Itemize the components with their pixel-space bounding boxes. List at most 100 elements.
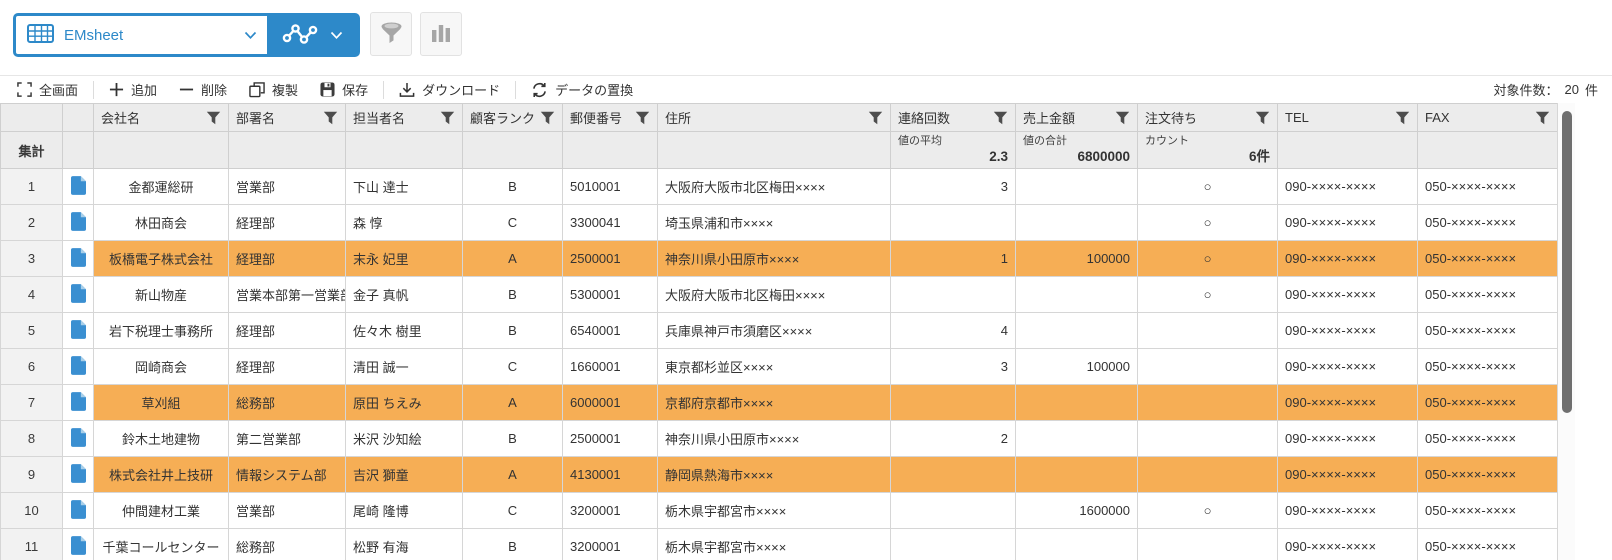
cell-contacts[interactable]: 3 bbox=[891, 169, 1016, 205]
cell-dept[interactable]: 第二営業部 bbox=[229, 421, 346, 457]
cell-contacts[interactable] bbox=[891, 493, 1016, 529]
filter-icon[interactable] bbox=[323, 111, 338, 125]
row-number[interactable]: 3 bbox=[1, 241, 63, 277]
cell-company[interactable]: 千葉コールセンター bbox=[94, 529, 229, 560]
cell-sales[interactable] bbox=[1016, 277, 1138, 313]
cell-tel[interactable]: 090-××××-×××× bbox=[1278, 493, 1418, 529]
column-header-person[interactable]: 担当者名 bbox=[346, 104, 463, 132]
cell-pending[interactable] bbox=[1138, 313, 1278, 349]
add-button[interactable]: 追加 bbox=[98, 80, 168, 99]
cell-zip[interactable]: 5300001 bbox=[563, 277, 658, 313]
cell-address[interactable]: 埼玉県浦和市×××× bbox=[658, 205, 891, 241]
cell-contacts[interactable] bbox=[891, 529, 1016, 560]
cell-address[interactable]: 栃木県宇都宮市×××× bbox=[658, 529, 891, 560]
filter-icon[interactable] bbox=[440, 111, 455, 125]
cell-zip[interactable]: 3200001 bbox=[563, 529, 658, 560]
record-cell[interactable] bbox=[63, 241, 94, 277]
cell-dept[interactable]: 総務部 bbox=[229, 529, 346, 560]
cell-address[interactable]: 栃木県宇都宮市×××× bbox=[658, 493, 891, 529]
cell-tel[interactable]: 090-××××-×××× bbox=[1278, 529, 1418, 560]
cell-rank[interactable]: B bbox=[463, 421, 563, 457]
cell-person[interactable]: 米沢 沙知絵 bbox=[346, 421, 463, 457]
cell-pending[interactable] bbox=[1138, 349, 1278, 385]
document-icon[interactable] bbox=[71, 507, 86, 522]
column-header-fax[interactable]: FAX bbox=[1418, 104, 1558, 132]
cell-company[interactable]: 仲間建材工業 bbox=[94, 493, 229, 529]
record-cell[interactable] bbox=[63, 457, 94, 493]
cell-rank[interactable]: B bbox=[463, 313, 563, 349]
cell-zip[interactable]: 5010001 bbox=[563, 169, 658, 205]
cell-zip[interactable]: 2500001 bbox=[563, 421, 658, 457]
filter-icon[interactable] bbox=[1535, 111, 1550, 125]
cell-zip[interactable]: 6000001 bbox=[563, 385, 658, 421]
cell-address[interactable]: 神奈川県小田原市×××× bbox=[658, 421, 891, 457]
cell-tel[interactable]: 090-××××-×××× bbox=[1278, 313, 1418, 349]
cell-zip[interactable]: 2500001 bbox=[563, 241, 658, 277]
document-icon[interactable] bbox=[71, 435, 86, 450]
cell-dept[interactable]: 経理部 bbox=[229, 205, 346, 241]
cell-company[interactable]: 鈴木土地建物 bbox=[94, 421, 229, 457]
cell-pending[interactable]: ○ bbox=[1138, 493, 1278, 529]
cell-fax[interactable]: 050-××××-×××× bbox=[1418, 277, 1558, 313]
column-header-tel[interactable]: TEL bbox=[1278, 104, 1418, 132]
record-cell[interactable] bbox=[63, 421, 94, 457]
document-icon[interactable] bbox=[71, 219, 86, 234]
view-mode-toggle[interactable] bbox=[267, 16, 357, 54]
row-number[interactable]: 9 bbox=[1, 457, 63, 493]
cell-dept[interactable]: 営業本部第一営業部 bbox=[229, 277, 346, 313]
filter-icon[interactable] bbox=[206, 111, 221, 125]
document-icon[interactable] bbox=[71, 399, 86, 414]
cell-fax[interactable]: 050-××××-×××× bbox=[1418, 385, 1558, 421]
cell-pending[interactable] bbox=[1138, 457, 1278, 493]
cell-person[interactable]: 尾崎 隆博 bbox=[346, 493, 463, 529]
cell-rank[interactable]: C bbox=[463, 205, 563, 241]
record-cell[interactable] bbox=[63, 313, 94, 349]
filter-icon[interactable] bbox=[993, 111, 1008, 125]
cell-sales[interactable] bbox=[1016, 385, 1138, 421]
cell-rank[interactable]: A bbox=[463, 241, 563, 277]
document-icon[interactable] bbox=[71, 183, 86, 198]
cell-zip[interactable]: 3200001 bbox=[563, 493, 658, 529]
cell-fax[interactable]: 050-××××-×××× bbox=[1418, 493, 1558, 529]
cell-sales[interactable]: 100000 bbox=[1016, 241, 1138, 277]
document-icon[interactable] bbox=[71, 363, 86, 378]
cell-dept[interactable]: 経理部 bbox=[229, 241, 346, 277]
cell-person[interactable]: 原田 ちえみ bbox=[346, 385, 463, 421]
cell-rank[interactable]: C bbox=[463, 349, 563, 385]
cell-address[interactable]: 東京都杉並区×××× bbox=[658, 349, 891, 385]
cell-fax[interactable]: 050-××××-×××× bbox=[1418, 421, 1558, 457]
cell-tel[interactable]: 090-××××-×××× bbox=[1278, 457, 1418, 493]
cell-contacts[interactable]: 1 bbox=[891, 241, 1016, 277]
row-number[interactable]: 2 bbox=[1, 205, 63, 241]
sheet-selector[interactable]: EMsheet bbox=[16, 16, 267, 54]
filter-icon[interactable] bbox=[540, 111, 555, 125]
cell-fax[interactable]: 050-××××-×××× bbox=[1418, 205, 1558, 241]
cell-person[interactable]: 松野 有海 bbox=[346, 529, 463, 560]
cell-sales[interactable]: 1600000 bbox=[1016, 493, 1138, 529]
row-number[interactable]: 6 bbox=[1, 349, 63, 385]
cell-address[interactable]: 京都府京都市×××× bbox=[658, 385, 891, 421]
delete-button[interactable]: 削除 bbox=[168, 80, 238, 99]
filter-icon[interactable] bbox=[1115, 111, 1130, 125]
cell-tel[interactable]: 090-××××-×××× bbox=[1278, 349, 1418, 385]
column-header-rank[interactable]: 顧客ランク bbox=[463, 104, 563, 132]
cell-fax[interactable]: 050-××××-×××× bbox=[1418, 457, 1558, 493]
column-header-dept[interactable]: 部署名 bbox=[229, 104, 346, 132]
cell-person[interactable]: 末永 妃里 bbox=[346, 241, 463, 277]
chart-button[interactable] bbox=[420, 12, 462, 56]
cell-zip[interactable]: 3300041 bbox=[563, 205, 658, 241]
record-cell[interactable] bbox=[63, 385, 94, 421]
record-cell[interactable] bbox=[63, 169, 94, 205]
filter-icon[interactable] bbox=[1255, 111, 1270, 125]
cell-pending[interactable] bbox=[1138, 421, 1278, 457]
filter-icon[interactable] bbox=[1395, 111, 1410, 125]
cell-contacts[interactable] bbox=[891, 385, 1016, 421]
cell-pending[interactable]: ○ bbox=[1138, 241, 1278, 277]
cell-contacts[interactable] bbox=[891, 457, 1016, 493]
cell-contacts[interactable] bbox=[891, 205, 1016, 241]
cell-sales[interactable] bbox=[1016, 529, 1138, 560]
cell-dept[interactable]: 営業部 bbox=[229, 169, 346, 205]
cell-sales[interactable] bbox=[1016, 457, 1138, 493]
filter-icon[interactable] bbox=[635, 111, 650, 125]
cell-contacts[interactable]: 3 bbox=[891, 349, 1016, 385]
